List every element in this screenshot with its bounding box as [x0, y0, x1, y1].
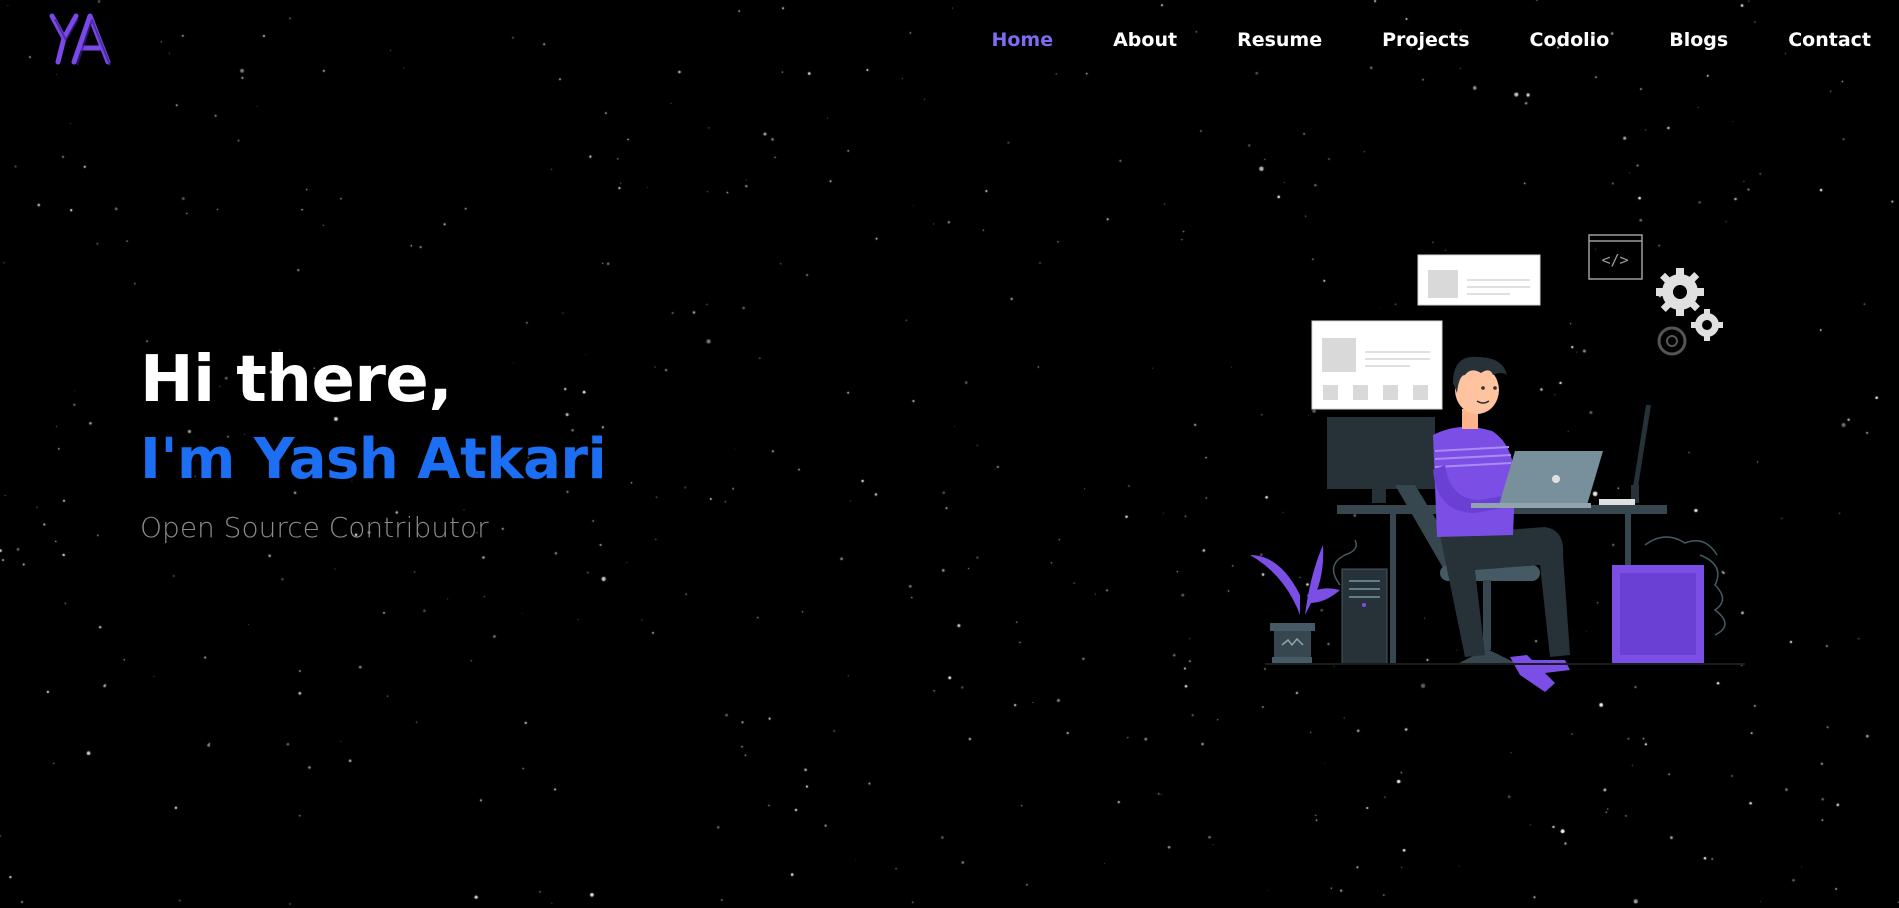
side-monitor [1599, 405, 1651, 505]
site-logo[interactable] [48, 10, 116, 70]
desktop-monitor [1327, 417, 1435, 503]
nav-resume[interactable]: Resume [1207, 26, 1352, 54]
hero-role: Open Source Contributor [140, 511, 489, 544]
nav-contact[interactable]: Contact [1758, 26, 1871, 54]
floating-window-left [1311, 320, 1443, 410]
hero-section: Hi there, I'm Yash Atkari Open Source Co… [140, 340, 607, 548]
hero-greeting: Hi there, [140, 343, 453, 417]
hero-name: I'm Yash Atkari [140, 427, 607, 492]
plant [1250, 545, 1340, 663]
pc-tower [1332, 539, 1388, 665]
code-window-icon: </> [1588, 234, 1643, 280]
gears-icon [1656, 268, 1723, 356]
page: Home About Resume Projects Codolio Blogs… [0, 0, 1899, 908]
floating-window-top [1417, 254, 1541, 306]
nav-blogs[interactable]: Blogs [1639, 26, 1758, 54]
nav-projects[interactable]: Projects [1352, 26, 1499, 54]
nav-home[interactable]: Home [961, 26, 1083, 54]
nav-codolio[interactable]: Codolio [1500, 26, 1640, 54]
ya-logo-icon [49, 13, 111, 66]
main-nav: Home About Resume Projects Codolio Blogs… [961, 26, 1871, 54]
svg-text:</>: </> [1601, 251, 1628, 269]
nav-about[interactable]: About [1083, 26, 1207, 54]
person [1433, 356, 1570, 692]
developer-illustration: </> [1250, 234, 1745, 692]
